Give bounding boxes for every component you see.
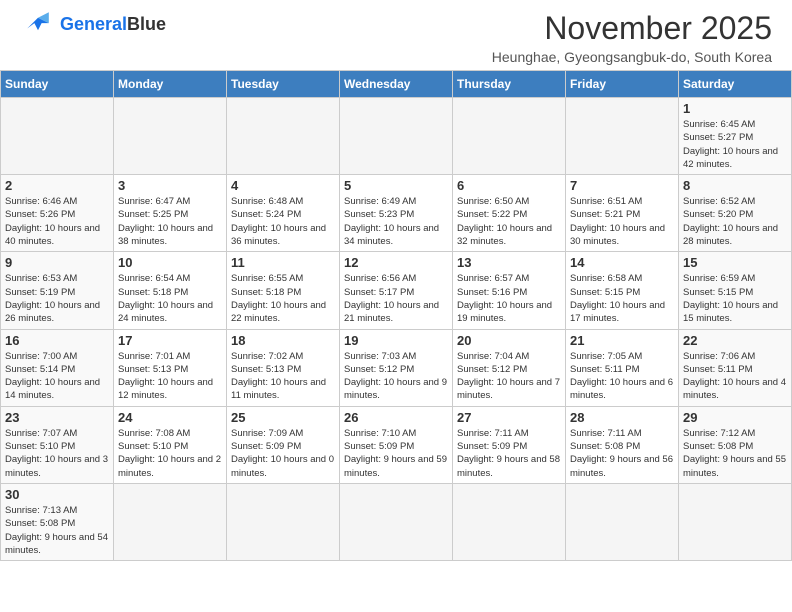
weekday-header-row: Sunday Monday Tuesday Wednesday Thursday… bbox=[1, 71, 792, 98]
day-17: 17 Sunrise: 7:01 AMSunset: 5:13 PMDaylig… bbox=[114, 329, 227, 406]
day-22: 22 Sunrise: 7:06 AMSunset: 5:11 PMDaylig… bbox=[679, 329, 792, 406]
empty-cell bbox=[114, 483, 227, 560]
logo-text: GeneralBlue bbox=[60, 14, 166, 35]
empty-cell bbox=[227, 483, 340, 560]
day-12: 12 Sunrise: 6:56 AMSunset: 5:17 PMDaylig… bbox=[340, 252, 453, 329]
day-8: 8 Sunrise: 6:52 AMSunset: 5:20 PMDayligh… bbox=[679, 175, 792, 252]
day-1: 1 Sunrise: 6:45 AMSunset: 5:27 PMDayligh… bbox=[679, 98, 792, 175]
logo: GeneralBlue bbox=[20, 10, 166, 38]
logo-blue: Blue bbox=[127, 14, 166, 34]
location: Heunghae, Gyeongsangbuk-do, South Korea bbox=[492, 49, 772, 65]
header-saturday: Saturday bbox=[679, 71, 792, 98]
empty-cell bbox=[114, 98, 227, 175]
day-30: 30 Sunrise: 7:13 AMSunset: 5:08 PMDaylig… bbox=[1, 483, 114, 560]
header-monday: Monday bbox=[114, 71, 227, 98]
empty-cell bbox=[679, 483, 792, 560]
calendar-row-5: 23 Sunrise: 7:07 AMSunset: 5:10 PMDaylig… bbox=[1, 406, 792, 483]
empty-cell bbox=[453, 483, 566, 560]
day-29: 29 Sunrise: 7:12 AMSunset: 5:08 PMDaylig… bbox=[679, 406, 792, 483]
header-sunday: Sunday bbox=[1, 71, 114, 98]
day-15: 15 Sunrise: 6:59 AMSunset: 5:15 PMDaylig… bbox=[679, 252, 792, 329]
day-19: 19 Sunrise: 7:03 AMSunset: 5:12 PMDaylig… bbox=[340, 329, 453, 406]
empty-cell bbox=[566, 98, 679, 175]
calendar-table: Sunday Monday Tuesday Wednesday Thursday… bbox=[0, 70, 792, 561]
empty-cell bbox=[453, 98, 566, 175]
day-20: 20 Sunrise: 7:04 AMSunset: 5:12 PMDaylig… bbox=[453, 329, 566, 406]
empty-cell bbox=[340, 483, 453, 560]
header-wednesday: Wednesday bbox=[340, 71, 453, 98]
empty-cell bbox=[566, 483, 679, 560]
day-7: 7 Sunrise: 6:51 AMSunset: 5:21 PMDayligh… bbox=[566, 175, 679, 252]
day-6: 6 Sunrise: 6:50 AMSunset: 5:22 PMDayligh… bbox=[453, 175, 566, 252]
header-friday: Friday bbox=[566, 71, 679, 98]
calendar-row-3: 9 Sunrise: 6:53 AMSunset: 5:19 PMDayligh… bbox=[1, 252, 792, 329]
header-thursday: Thursday bbox=[453, 71, 566, 98]
day-27: 27 Sunrise: 7:11 AMSunset: 5:09 PMDaylig… bbox=[453, 406, 566, 483]
calendar-row-1: 1 Sunrise: 6:45 AMSunset: 5:27 PMDayligh… bbox=[1, 98, 792, 175]
day-14: 14 Sunrise: 6:58 AMSunset: 5:15 PMDaylig… bbox=[566, 252, 679, 329]
day-3: 3 Sunrise: 6:47 AMSunset: 5:25 PMDayligh… bbox=[114, 175, 227, 252]
logo-icon bbox=[20, 10, 56, 38]
day-21: 21 Sunrise: 7:05 AMSunset: 5:11 PMDaylig… bbox=[566, 329, 679, 406]
month-title: November 2025 bbox=[492, 10, 772, 47]
day-10: 10 Sunrise: 6:54 AMSunset: 5:18 PMDaylig… bbox=[114, 252, 227, 329]
day-23: 23 Sunrise: 7:07 AMSunset: 5:10 PMDaylig… bbox=[1, 406, 114, 483]
title-block: November 2025 Heunghae, Gyeongsangbuk-do… bbox=[492, 10, 772, 65]
calendar-row-2: 2 Sunrise: 6:46 AMSunset: 5:26 PMDayligh… bbox=[1, 175, 792, 252]
header-tuesday: Tuesday bbox=[227, 71, 340, 98]
page-header: GeneralBlue November 2025 Heunghae, Gyeo… bbox=[0, 0, 792, 70]
day-28: 28 Sunrise: 7:11 AMSunset: 5:08 PMDaylig… bbox=[566, 406, 679, 483]
calendar-row-6: 30 Sunrise: 7:13 AMSunset: 5:08 PMDaylig… bbox=[1, 483, 792, 560]
day-16: 16 Sunrise: 7:00 AMSunset: 5:14 PMDaylig… bbox=[1, 329, 114, 406]
day-2: 2 Sunrise: 6:46 AMSunset: 5:26 PMDayligh… bbox=[1, 175, 114, 252]
day-24: 24 Sunrise: 7:08 AMSunset: 5:10 PMDaylig… bbox=[114, 406, 227, 483]
day-5: 5 Sunrise: 6:49 AMSunset: 5:23 PMDayligh… bbox=[340, 175, 453, 252]
calendar-row-4: 16 Sunrise: 7:00 AMSunset: 5:14 PMDaylig… bbox=[1, 329, 792, 406]
empty-cell bbox=[340, 98, 453, 175]
day-18: 18 Sunrise: 7:02 AMSunset: 5:13 PMDaylig… bbox=[227, 329, 340, 406]
empty-cell bbox=[1, 98, 114, 175]
day-9: 9 Sunrise: 6:53 AMSunset: 5:19 PMDayligh… bbox=[1, 252, 114, 329]
day-26: 26 Sunrise: 7:10 AMSunset: 5:09 PMDaylig… bbox=[340, 406, 453, 483]
day-13: 13 Sunrise: 6:57 AMSunset: 5:16 PMDaylig… bbox=[453, 252, 566, 329]
day-4: 4 Sunrise: 6:48 AMSunset: 5:24 PMDayligh… bbox=[227, 175, 340, 252]
day-25: 25 Sunrise: 7:09 AMSunset: 5:09 PMDaylig… bbox=[227, 406, 340, 483]
logo-general: General bbox=[60, 14, 127, 34]
empty-cell bbox=[227, 98, 340, 175]
day-11: 11 Sunrise: 6:55 AMSunset: 5:18 PMDaylig… bbox=[227, 252, 340, 329]
